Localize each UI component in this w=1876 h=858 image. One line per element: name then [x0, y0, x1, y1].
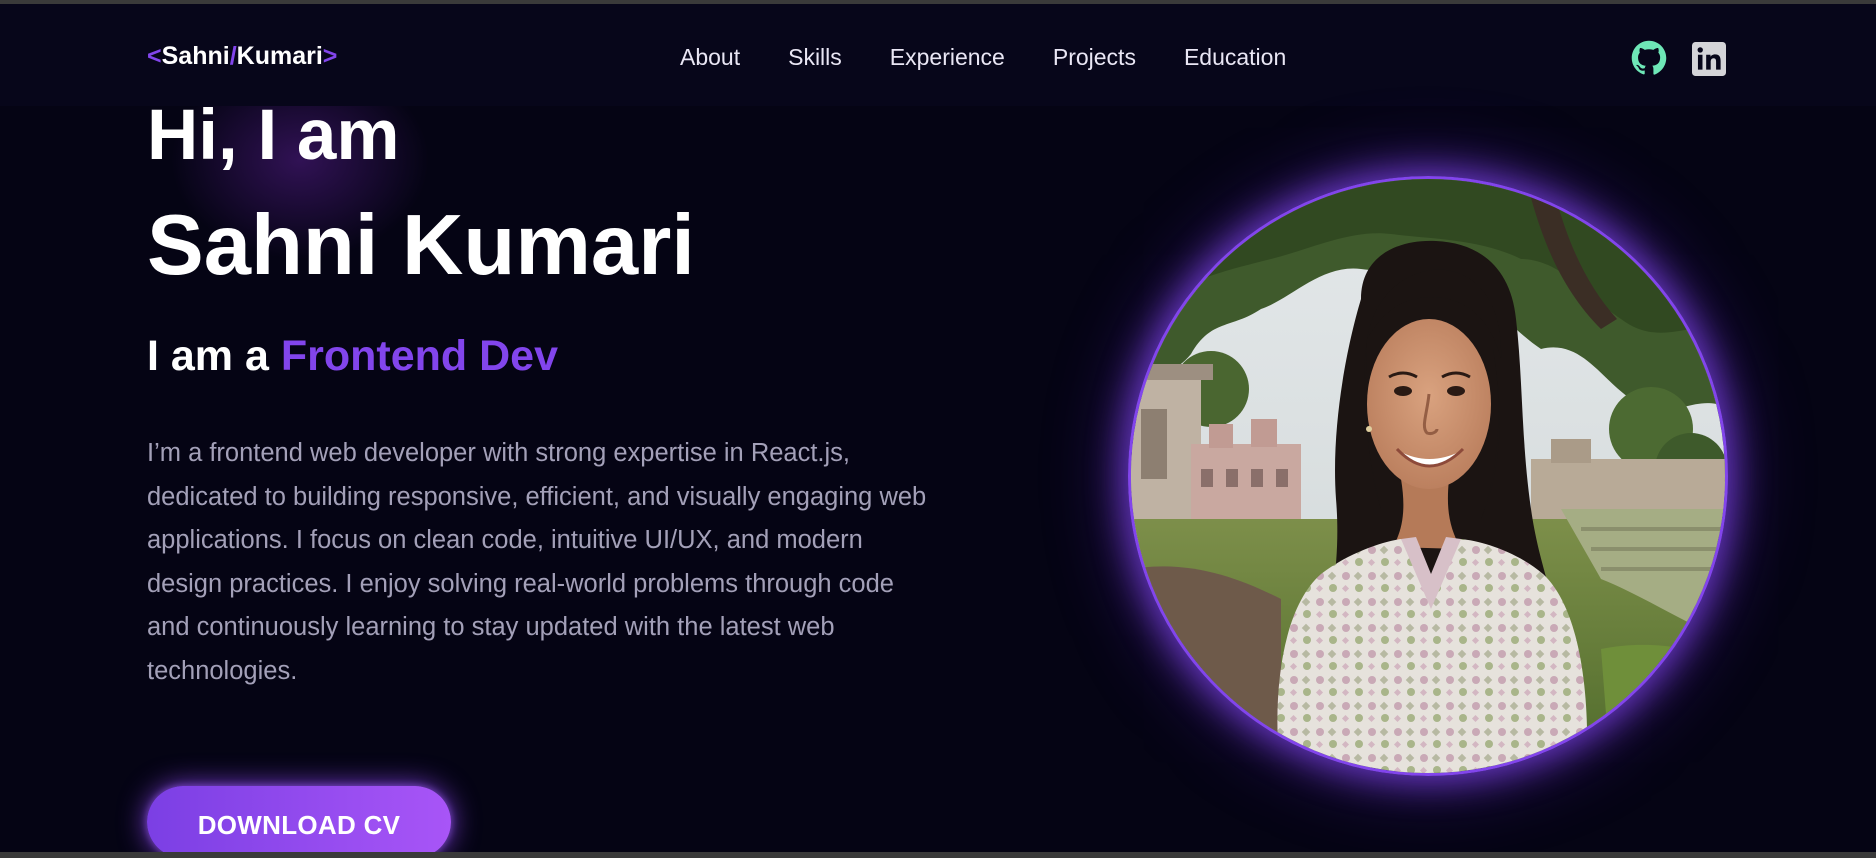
nav-item-skills[interactable]: Skills — [788, 44, 842, 71]
logo-close-bracket: > — [322, 42, 338, 70]
logo-open-bracket: < — [147, 42, 162, 70]
github-icon — [1631, 40, 1667, 75]
site-logo[interactable]: <Sahni/Kumari> — [147, 42, 337, 71]
logo-first-name: Sahni — [161, 42, 230, 70]
navbar: <Sahni/Kumari> About Skills Experience P… — [0, 4, 1876, 106]
hero-role-typed: Frontend Dev — [280, 332, 558, 380]
hero-role: I am a Frontend Dev — [147, 331, 558, 381]
linkedin-icon — [1692, 42, 1726, 76]
nav-item-education[interactable]: Education — [1184, 44, 1286, 71]
profile-photo — [1128, 176, 1728, 776]
hero-name: Sahni Kumari — [147, 198, 695, 293]
linkedin-link[interactable] — [1692, 42, 1726, 76]
window-bottom-border — [0, 852, 1876, 858]
github-link[interactable] — [1631, 40, 1667, 76]
hero-role-prefix: I am a — [147, 332, 281, 380]
download-cv-button[interactable]: DOWNLOAD CV — [147, 786, 451, 858]
logo-last-name: Kumari — [236, 42, 323, 70]
logo-slash: / — [229, 42, 237, 70]
profile-photo-illustration — [1131, 179, 1725, 773]
nav-item-experience[interactable]: Experience — [890, 44, 1005, 71]
hero-description: I’m a frontend web developer with strong… — [147, 439, 927, 685]
page: <Sahni/Kumari> About Skills Experience P… — [0, 0, 1876, 858]
nav-item-about[interactable]: About — [680, 44, 740, 71]
nav-links: About Skills Experience Projects Educati… — [680, 44, 1334, 71]
hero-greeting: Hi, I am — [147, 96, 400, 175]
nav-item-projects[interactable]: Projects — [1053, 44, 1136, 71]
